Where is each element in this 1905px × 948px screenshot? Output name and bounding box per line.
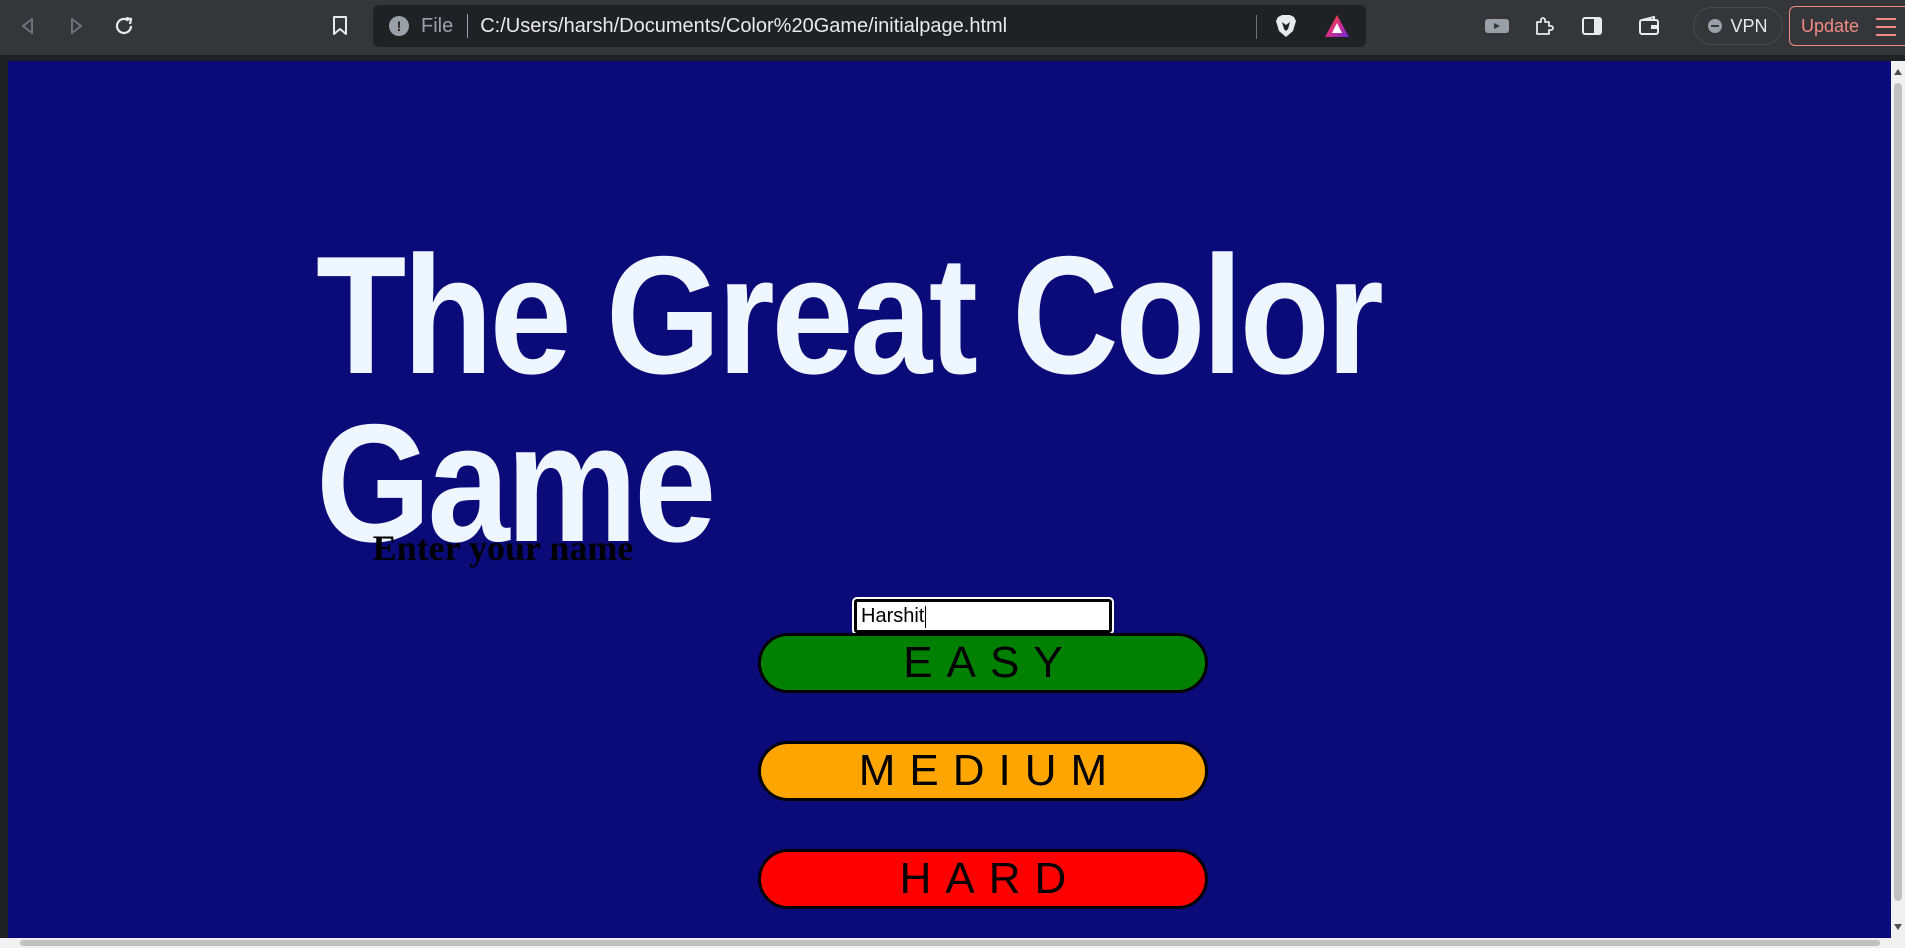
page-viewport: The Great Color Game Enter your name Har… bbox=[8, 61, 1891, 938]
wallet-icon[interactable] bbox=[1635, 12, 1663, 40]
update-menu-button[interactable]: Update bbox=[1789, 6, 1905, 46]
address-bar[interactable]: ! File C:/Users/harsh/Documents/Color%20… bbox=[373, 5, 1366, 47]
easy-button[interactable]: EASY bbox=[758, 633, 1208, 693]
scroll-up-arrow-icon[interactable] bbox=[1894, 69, 1902, 75]
medium-button[interactable]: MEDIUM bbox=[758, 741, 1208, 801]
horizontal-scrollbar[interactable] bbox=[0, 938, 1905, 948]
sidebar-icon[interactable] bbox=[1578, 12, 1606, 40]
name-prompt: Enter your name bbox=[372, 528, 634, 568]
hamburger-menu-icon bbox=[1876, 18, 1896, 42]
info-icon[interactable]: ! bbox=[389, 16, 409, 36]
update-label: Update bbox=[1801, 15, 1860, 36]
bookmark-icon[interactable] bbox=[324, 10, 356, 42]
back-icon[interactable] bbox=[12, 10, 44, 42]
vpn-button[interactable]: VPN bbox=[1693, 7, 1783, 45]
hard-button[interactable]: HARD bbox=[758, 849, 1208, 909]
horizontal-scroll-thumb[interactable] bbox=[20, 940, 1880, 946]
page-title: The Great Color Game bbox=[316, 221, 1384, 577]
reload-icon[interactable] bbox=[108, 10, 140, 42]
browser-toolbar: ! File C:/Users/harsh/Documents/Color%20… bbox=[0, 0, 1905, 55]
forward-icon[interactable] bbox=[60, 10, 92, 42]
extensions-icon[interactable] bbox=[1530, 12, 1558, 40]
media-icon[interactable] bbox=[1483, 12, 1511, 40]
vpn-off-icon bbox=[1708, 19, 1723, 33]
url-text[interactable]: C:/Users/harsh/Documents/Color%20Game/in… bbox=[480, 15, 1007, 38]
scroll-down-arrow-icon[interactable] bbox=[1894, 924, 1902, 930]
brave-shields-icon[interactable] bbox=[1273, 13, 1299, 39]
file-scheme-label: File bbox=[421, 14, 454, 37]
vpn-label: VPN bbox=[1730, 15, 1768, 36]
text-caret bbox=[925, 605, 927, 628]
omnibox-divider bbox=[467, 14, 469, 38]
brave-rewards-icon[interactable] bbox=[1323, 13, 1351, 39]
name-input-value: Harshit bbox=[861, 605, 925, 627]
vertical-scroll-thumb[interactable] bbox=[1894, 83, 1902, 901]
omnibox-divider-right bbox=[1256, 15, 1257, 39]
vertical-scrollbar[interactable] bbox=[1891, 61, 1905, 938]
name-input[interactable]: Harshit bbox=[852, 597, 1114, 635]
